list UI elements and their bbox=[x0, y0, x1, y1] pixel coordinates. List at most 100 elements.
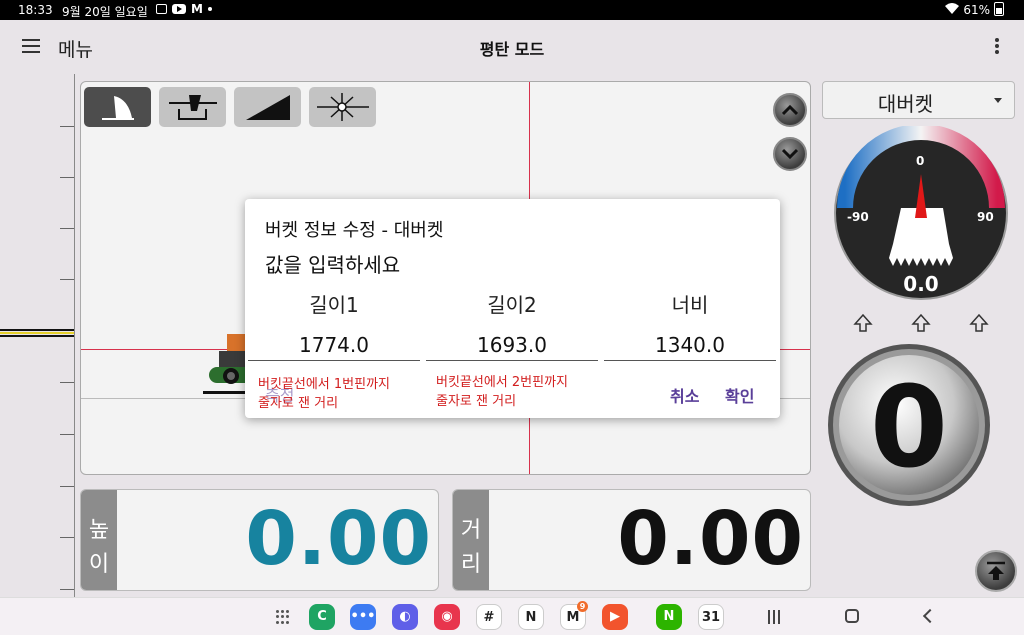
length2-input[interactable]: 1693.0 bbox=[426, 333, 598, 357]
arrow-to-top-icon bbox=[987, 561, 1005, 580]
back-button[interactable] bbox=[922, 608, 938, 624]
naver-app-icon[interactable]: N bbox=[656, 604, 682, 630]
zero-set-value: 0 bbox=[870, 363, 948, 493]
status-time: 18:33 bbox=[18, 3, 53, 17]
app-glyph: ▶ bbox=[610, 609, 620, 624]
slack-app-icon[interactable]: # bbox=[476, 604, 502, 630]
app-glyph: N bbox=[525, 610, 537, 625]
more-notifications-icon bbox=[207, 7, 212, 11]
scroll-down-button[interactable] bbox=[773, 137, 807, 171]
depth-ruler bbox=[0, 74, 76, 597]
ruler-tick bbox=[60, 177, 74, 178]
raise-right-button[interactable] bbox=[969, 313, 989, 333]
cancel-button[interactable]: 취소 bbox=[670, 383, 699, 407]
ruler-axis bbox=[74, 74, 75, 597]
chevron-up-icon bbox=[782, 104, 798, 116]
dialog-subtitle: 값을 입력하세요 bbox=[265, 253, 401, 277]
confirm-button[interactable]: 확인 bbox=[725, 383, 754, 407]
height-value: 0.00 bbox=[245, 496, 432, 582]
laser-icon bbox=[317, 93, 369, 121]
arrow-up-outline-icon bbox=[911, 313, 931, 332]
ruler-tick bbox=[60, 589, 74, 590]
go-top-button[interactable] bbox=[975, 550, 1017, 592]
height-side-label: 높 이 bbox=[81, 490, 117, 590]
scroll-up-button[interactable] bbox=[773, 93, 807, 127]
status-date: 9월 20일 일요일 bbox=[62, 5, 148, 19]
width-input[interactable]: 1340.0 bbox=[604, 333, 776, 357]
raise-left-button[interactable] bbox=[853, 313, 873, 333]
bucket-edit-dialog: 버켓 정보 수정 - 대버켓 값을 입력하세요 길이1 1774.0 길이2 1… bbox=[245, 199, 780, 418]
taskbar: C ••• ◐ ◉ # N M 9 ▶ N 31 bbox=[0, 597, 1024, 635]
distance-side-label: 거 리 bbox=[453, 490, 489, 590]
recents-button[interactable] bbox=[768, 610, 782, 624]
ruler-tick bbox=[60, 537, 74, 538]
app-drawer-icon[interactable] bbox=[276, 610, 290, 624]
height-readout: 높 이 0.00 bbox=[80, 489, 439, 591]
app-glyph: ••• bbox=[350, 609, 376, 624]
length1-hint: 버킷끝선에서 1번핀까지 줄자로 잰 거리 bbox=[258, 377, 391, 411]
internet-app-icon[interactable]: ◐ bbox=[392, 604, 418, 630]
battery-percent: 61% bbox=[963, 3, 990, 17]
camera-app-icon[interactable]: ◉ bbox=[434, 604, 460, 630]
input-underline bbox=[426, 360, 598, 361]
app-glyph: C bbox=[317, 609, 327, 624]
messages-app-icon[interactable]: ••• bbox=[350, 604, 376, 630]
width-field: 너비 1340.0 bbox=[604, 285, 776, 362]
dialog-title: 버켓 정보 수정 - 대버켓 bbox=[265, 220, 444, 241]
gmail-app-icon[interactable]: M9 bbox=[560, 601, 588, 630]
trench-mode-button[interactable] bbox=[159, 87, 226, 127]
gauge-max-label: 90 bbox=[977, 210, 994, 224]
laser-mode-button[interactable] bbox=[309, 87, 376, 127]
ruler-tick bbox=[60, 486, 74, 487]
distance-readout: 거 리 0.00 bbox=[452, 489, 811, 591]
length2-hint: 버킷끝선에서 2번핀까지 줄자로 잰 거리 bbox=[436, 375, 569, 409]
raise-center-button[interactable] bbox=[911, 313, 931, 333]
width-label: 너비 bbox=[671, 293, 709, 317]
length1-input[interactable]: 1774.0 bbox=[248, 333, 420, 357]
ruler-tick bbox=[60, 228, 74, 229]
input-underline bbox=[248, 360, 420, 361]
ruler-tick bbox=[60, 279, 74, 280]
length1-field: 길이1 1774.0 bbox=[248, 285, 420, 362]
ruler-tick bbox=[60, 126, 74, 127]
bucket-select-dropdown[interactable]: 대버켓 bbox=[822, 81, 1015, 119]
arrow-up-outline-icon bbox=[969, 313, 989, 332]
home-button[interactable] bbox=[845, 609, 859, 623]
target-level-marker bbox=[0, 329, 74, 339]
length1-label: 길이1 bbox=[309, 293, 359, 317]
phone-app-icon[interactable]: C bbox=[309, 604, 335, 630]
length2-label: 길이2 bbox=[487, 293, 537, 317]
status-bar: 18:33 9월 20일 일요일 M 61% bbox=[0, 0, 1024, 20]
screen-recorder-app-icon[interactable]: ▶ bbox=[602, 604, 628, 630]
app-glyph: # bbox=[483, 610, 495, 625]
distance-value: 0.00 bbox=[617, 496, 804, 582]
app-bar: 메뉴 평탄 모드 bbox=[0, 20, 1024, 74]
battery-icon bbox=[994, 2, 1004, 16]
slope-mode-button[interactable] bbox=[234, 87, 301, 127]
ruler-tick bbox=[60, 434, 74, 435]
overflow-menu-icon[interactable] bbox=[990, 38, 1004, 56]
app-glyph: ◉ bbox=[441, 609, 453, 624]
arrow-up-outline-icon bbox=[853, 313, 873, 332]
gauge-center-label: 0 bbox=[916, 154, 925, 168]
gauge-reading: 0.0 bbox=[903, 272, 939, 296]
wifi-icon bbox=[945, 3, 960, 17]
notification-icons: M bbox=[156, 2, 212, 16]
calendar-app-icon[interactable]: 31 bbox=[698, 604, 724, 630]
app-glyph: N bbox=[663, 609, 675, 624]
bucket-tilt-mode-button[interactable] bbox=[84, 87, 151, 127]
notion-app-icon[interactable]: N bbox=[518, 604, 544, 630]
bucket-tilt-icon bbox=[102, 96, 134, 120]
slope-icon bbox=[246, 95, 290, 120]
notification-badge: 9 bbox=[577, 601, 588, 612]
trench-icon bbox=[169, 95, 217, 120]
gmail-icon: M bbox=[191, 2, 203, 16]
app-glyph: ◐ bbox=[399, 609, 411, 624]
youtube-icon bbox=[172, 4, 186, 14]
caret-down-icon bbox=[994, 98, 1002, 103]
bucket-select-value: 대버켓 bbox=[877, 92, 934, 116]
gallery-icon bbox=[156, 4, 167, 14]
zero-set-dial[interactable]: 0 bbox=[826, 343, 1016, 507]
chevron-down-icon bbox=[782, 148, 798, 160]
input-underline bbox=[604, 360, 776, 361]
